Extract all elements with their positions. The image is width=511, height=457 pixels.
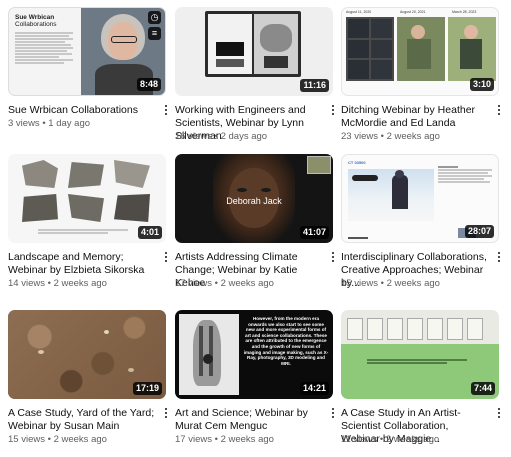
meta-separator: •: [214, 131, 218, 142]
upload-age: 2 weeks ago: [220, 278, 274, 289]
video-meta: 15 views • 2 weeks ago: [8, 434, 107, 446]
more-options-icon[interactable]: [329, 103, 337, 117]
video-title[interactable]: Landscape and Memory; Webinar by Elzbiet…: [8, 251, 156, 277]
video-meta: 14 views • 2 weeks ago: [8, 278, 107, 290]
more-options-icon[interactable]: [495, 250, 503, 264]
video-thumbnail[interactable]: 11:16: [175, 7, 333, 96]
duration-badge: 7:44: [470, 382, 495, 395]
thumbnail-caption: Deborah Jack: [226, 196, 282, 206]
more-options-icon[interactable]: [329, 250, 337, 264]
duration-badge: 4:01: [137, 226, 162, 239]
upload-age: 2 weeks ago: [385, 434, 440, 445]
view-count: 15 views: [341, 278, 378, 289]
duration-badge: 28:07: [464, 225, 494, 238]
thumbnail-slide-text: However, from the modern era onwards we …: [243, 316, 329, 366]
meta-separator: •: [214, 278, 218, 289]
view-count: 14 views: [8, 278, 45, 289]
duration-badge: 41:07: [299, 226, 329, 239]
duration-badge: 8:48: [136, 78, 161, 91]
meta-separator: •: [214, 434, 218, 445]
thumbnail-date: August 20, 2021: [400, 10, 426, 14]
duration-badge: 17:19: [132, 382, 162, 395]
video-thumbnail[interactable]: However, from the modern era onwards we …: [175, 310, 333, 399]
more-options-icon[interactable]: [162, 406, 170, 420]
video-thumbnail[interactable]: Deborah Jack 41:07: [175, 154, 333, 243]
more-options-icon[interactable]: [162, 250, 170, 264]
video-meta: 3 views • 1 day ago: [8, 118, 90, 130]
presenter-webcam: [307, 156, 331, 174]
duration-badge: 14:21: [299, 382, 329, 395]
view-count: 17 views: [175, 278, 212, 289]
video-title[interactable]: Ditching Webinar by Heather McMordie and…: [341, 104, 489, 130]
more-options-icon[interactable]: [495, 103, 503, 117]
view-count: 16 views: [175, 131, 212, 142]
upload-age: 2 weeks ago: [53, 278, 107, 289]
video-title[interactable]: Sue Wrbican Collaborations: [8, 104, 156, 117]
video-thumbnail[interactable]: August 11, 2020 August 20, 2021 March 28…: [341, 7, 499, 96]
more-options-icon[interactable]: [162, 103, 170, 117]
upload-age: 1 day ago: [48, 118, 91, 129]
more-options-icon[interactable]: [495, 406, 503, 420]
video-thumbnail[interactable]: CT 03500 28:07: [341, 154, 499, 243]
video-meta: 17 views • 2 weeks ago: [175, 434, 274, 446]
video-meta: 16 views • 2 days ago: [175, 131, 267, 143]
duration-badge: 11:16: [300, 79, 329, 92]
meta-separator: •: [380, 278, 384, 289]
video-meta: 15 views • 2 weeks ago: [341, 278, 440, 290]
meta-separator: •: [380, 131, 384, 142]
meta-separator: •: [379, 434, 384, 445]
video-title[interactable]: Art and Science; Webinar by Murat Cem Me…: [175, 407, 323, 433]
view-count: 3 views: [8, 118, 40, 129]
video-thumbnail[interactable]: 4:01: [8, 154, 166, 243]
watch-later-icon[interactable]: ◷: [148, 11, 161, 24]
video-meta: 11 views • 2 weeks ago: [341, 434, 439, 446]
view-count: 17 views: [175, 434, 212, 445]
meta-separator: •: [42, 118, 46, 129]
upload-age: 2 weeks ago: [53, 434, 107, 445]
thumbnail-subtitle: Collaborations: [15, 21, 57, 28]
view-count: 11 views: [341, 434, 378, 445]
upload-age: 2 weeks ago: [220, 434, 274, 445]
thumbnail-date: March 28, 2023: [452, 10, 477, 14]
upload-age: 2 days ago: [220, 131, 268, 142]
more-options-icon[interactable]: [329, 406, 337, 420]
video-title[interactable]: A Case Study, Yard of the Yard; Webinar …: [8, 407, 156, 433]
duration-badge: 3:10: [469, 78, 494, 91]
view-count: 15 views: [8, 434, 45, 445]
video-meta: 17 views • 2 weeks ago: [175, 278, 274, 290]
meta-separator: •: [47, 434, 51, 445]
upload-age: 2 weeks ago: [386, 278, 440, 289]
video-thumbnail[interactable]: 7:44: [341, 310, 499, 399]
add-to-queue-icon[interactable]: ≡: [148, 27, 161, 40]
video-meta: 23 views • 2 weeks ago: [341, 131, 440, 143]
thumbnail-date: August 11, 2020: [346, 10, 372, 14]
view-count: 23 views: [341, 131, 378, 142]
video-thumbnail[interactable]: 17:19: [8, 310, 166, 399]
thumbnail-label: CT 03500: [348, 160, 366, 165]
video-thumbnail[interactable]: Sue Wrbican Collaborations ◷ ≡ 8:48: [8, 7, 166, 96]
upload-age: 2 weeks ago: [386, 131, 440, 142]
meta-separator: •: [47, 278, 51, 289]
thumbnail-title: Sue Wrbican: [15, 14, 55, 21]
